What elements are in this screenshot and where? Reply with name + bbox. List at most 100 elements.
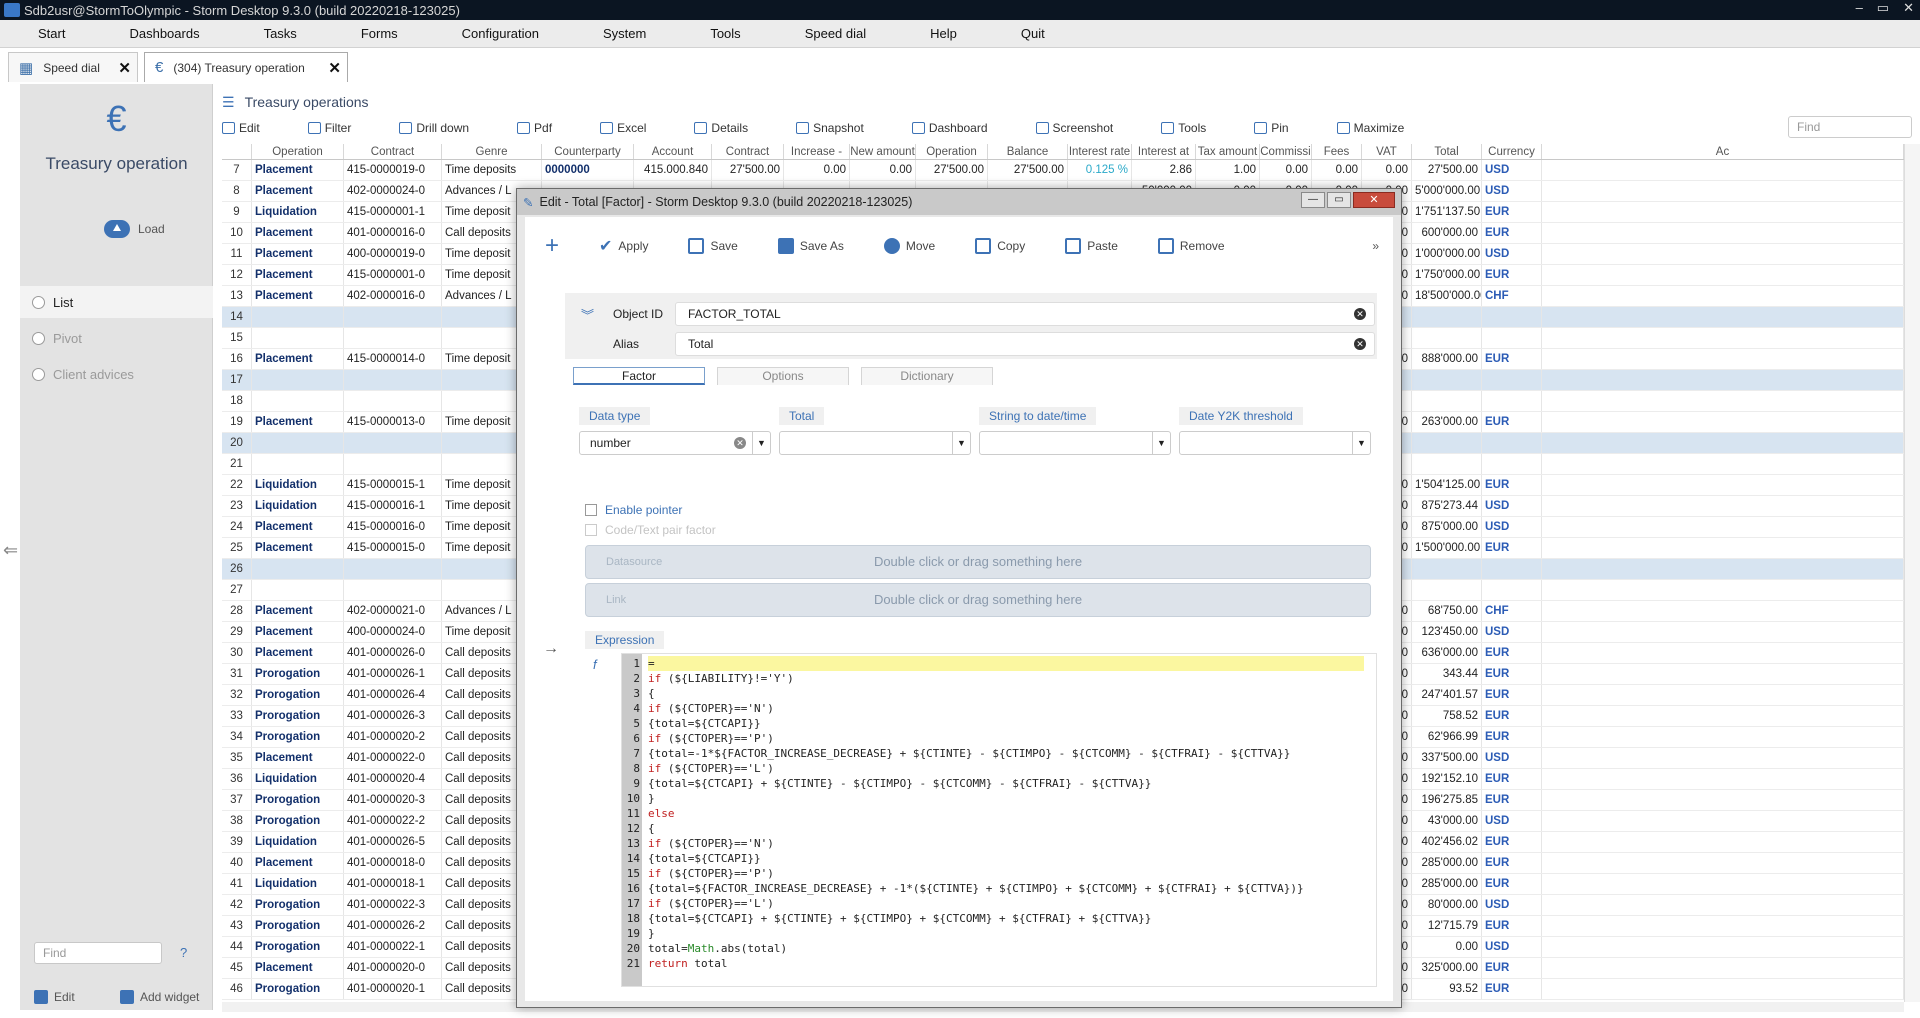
table-cell [1542,874,1904,894]
tab-factor[interactable]: Factor [573,367,705,385]
dashboard-button[interactable]: Dashboard [911,121,988,135]
enable-pointer-checkbox[interactable]: Enable pointer [585,503,682,517]
column-header[interactable]: Fees [1312,144,1362,159]
help-icon[interactable]: ? [180,945,187,960]
tab-dictionary[interactable]: Dictionary [861,367,993,385]
column-header[interactable]: Ac [1542,144,1904,159]
date-y2k-select[interactable]: ▼ [1179,431,1371,455]
apply-button[interactable]: ✔ Apply [599,236,648,256]
copy-button[interactable]: Copy [975,238,1025,254]
maximize-button[interactable]: Maximize [1336,121,1404,135]
total-select[interactable]: ▼ [779,431,971,455]
menu-tools[interactable]: Tools [710,26,740,41]
menu-speed-dial[interactable]: Speed dial [805,26,866,41]
column-header[interactable]: Total [1412,144,1482,159]
column-header[interactable]: Operation [252,144,344,159]
column-header[interactable]: Tax amount [1196,144,1260,159]
edit-button[interactable]: Edit [222,121,260,135]
grid-search-input[interactable]: Find [1788,116,1912,138]
minimize-button[interactable]: ‒ [1856,0,1863,16]
maximize-button[interactable]: ▭ [1877,0,1889,16]
sidebar-edit-button[interactable]: Edit [34,990,75,1004]
expression-editor[interactable]: 1 = 2 if (${LIABILITY}!='Y') 3{4 if (${CTOPER… [621,653,1377,987]
clear-icon[interactable]: ✕ [734,437,746,449]
column-header[interactable]: Genre [442,144,542,159]
dialog-close-button[interactable]: ✕ [1353,192,1395,208]
column-header[interactable] [222,144,252,159]
dialog-restore-button[interactable]: ▭ [1327,192,1351,208]
column-header[interactable]: Commissi [1260,144,1312,159]
datasource-drop-zone[interactable]: Datasource Double click or drag somethin… [585,545,1371,579]
column-header[interactable]: Currency [1482,144,1542,159]
menu-dashboards[interactable]: Dashboards [129,26,199,41]
view-pivot[interactable]: Pivot [20,322,213,354]
table-cell: 343.44 [1412,664,1482,684]
menu-tasks[interactable]: Tasks [264,26,297,41]
column-header[interactable]: Increase - [784,144,850,159]
column-header[interactable]: Operation [916,144,988,159]
object-id-input[interactable]: FACTOR_TOTAL ✕ [675,302,1375,326]
menu-start[interactable]: Start [38,26,65,41]
pin-button[interactable]: Pin [1254,121,1289,135]
hamburger-icon[interactable]: ☰ [222,94,235,111]
column-header[interactable]: Counterparty [542,144,634,159]
arrow-right-icon[interactable]: → [543,640,559,658]
filter-button[interactable]: Filter [307,121,351,135]
details-button[interactable]: Details [694,121,748,135]
save-button[interactable]: Save [688,238,738,254]
more-chevron-icon[interactable]: » [1372,239,1379,253]
table-row[interactable]: 7 Placement 415-0000019-0 Time deposits 0000… [222,160,1904,181]
dropdown-arrow-icon[interactable]: ▼ [1152,432,1170,454]
link-drop-zone[interactable]: Link Double click or drag something here [585,583,1371,617]
clear-icon[interactable]: ✕ [1354,308,1366,320]
menu-system[interactable]: System [603,26,646,41]
column-header[interactable]: Interest rate [1068,144,1132,159]
save-as-button[interactable]: Save As [777,238,844,254]
data-type-select[interactable]: number ✕ ▼ [579,431,771,455]
alias-input[interactable]: Total ✕ [675,332,1375,356]
column-header[interactable]: New amount [850,144,916,159]
menu-configuration[interactable]: Configuration [462,26,539,41]
paste-button[interactable]: Paste [1065,238,1118,254]
string-to-date-select[interactable]: ▼ [979,431,1171,455]
line-number: 3 [633,687,640,700]
excel-button[interactable]: Excel [600,121,646,135]
collapse-arrow-icon[interactable]: ⇐ [3,540,18,561]
column-header[interactable]: Contract [712,144,784,159]
dropdown-arrow-icon[interactable]: ▼ [1352,432,1370,454]
close-window-button[interactable]: ✕ [1903,0,1914,16]
code-text-pair-checkbox[interactable]: Code/Text pair factor [585,523,716,537]
add-widget-button[interactable]: Add widget [120,990,199,1004]
sidebar-search-input[interactable]: Find [34,942,162,964]
view-list[interactable]: List [20,286,213,318]
column-header[interactable]: VAT [1362,144,1412,159]
close-tab-icon[interactable]: ✕ [328,59,341,77]
vertical-scrollbar[interactable] [1904,144,1920,1002]
snapshot-button[interactable]: Snapshot [796,121,864,135]
menu-quit[interactable]: Quit [1021,26,1045,41]
column-header[interactable]: Account [634,144,712,159]
screenshot-button[interactable]: Screenshot [1035,121,1113,135]
pdf-button[interactable]: Pdf [517,121,552,135]
dialog-minimize-button[interactable]: — [1301,192,1325,208]
menu-forms[interactable]: Forms [361,26,398,41]
add-icon[interactable]: + [545,232,559,260]
drill-down-button[interactable]: Drill down [399,121,469,135]
close-tab-icon[interactable]: ✕ [118,59,131,77]
tab-speed-dial[interactable]: ▦ Speed dial ✕ [8,52,138,82]
remove-button[interactable]: Remove [1157,238,1225,254]
move-button[interactable]: Move [883,238,935,254]
column-header[interactable]: Interest at [1132,144,1196,159]
column-header[interactable]: Contract [344,144,442,159]
tab-options[interactable]: Options [717,367,849,385]
clear-icon[interactable]: ✕ [1354,338,1366,350]
dropdown-arrow-icon[interactable]: ▼ [952,432,970,454]
view-client-advices[interactable]: Client advices [20,358,213,390]
column-header[interactable]: Balance [988,144,1068,159]
load-button[interactable]: Load [104,220,165,238]
tab-treasury-operation[interactable]: € (304) Treasury operation ✕ [144,52,348,82]
function-icon[interactable]: f [593,657,597,672]
menu-help[interactable]: Help [930,26,957,41]
tools-button[interactable]: Tools [1161,121,1206,135]
dropdown-arrow-icon[interactable]: ▼ [752,432,770,454]
